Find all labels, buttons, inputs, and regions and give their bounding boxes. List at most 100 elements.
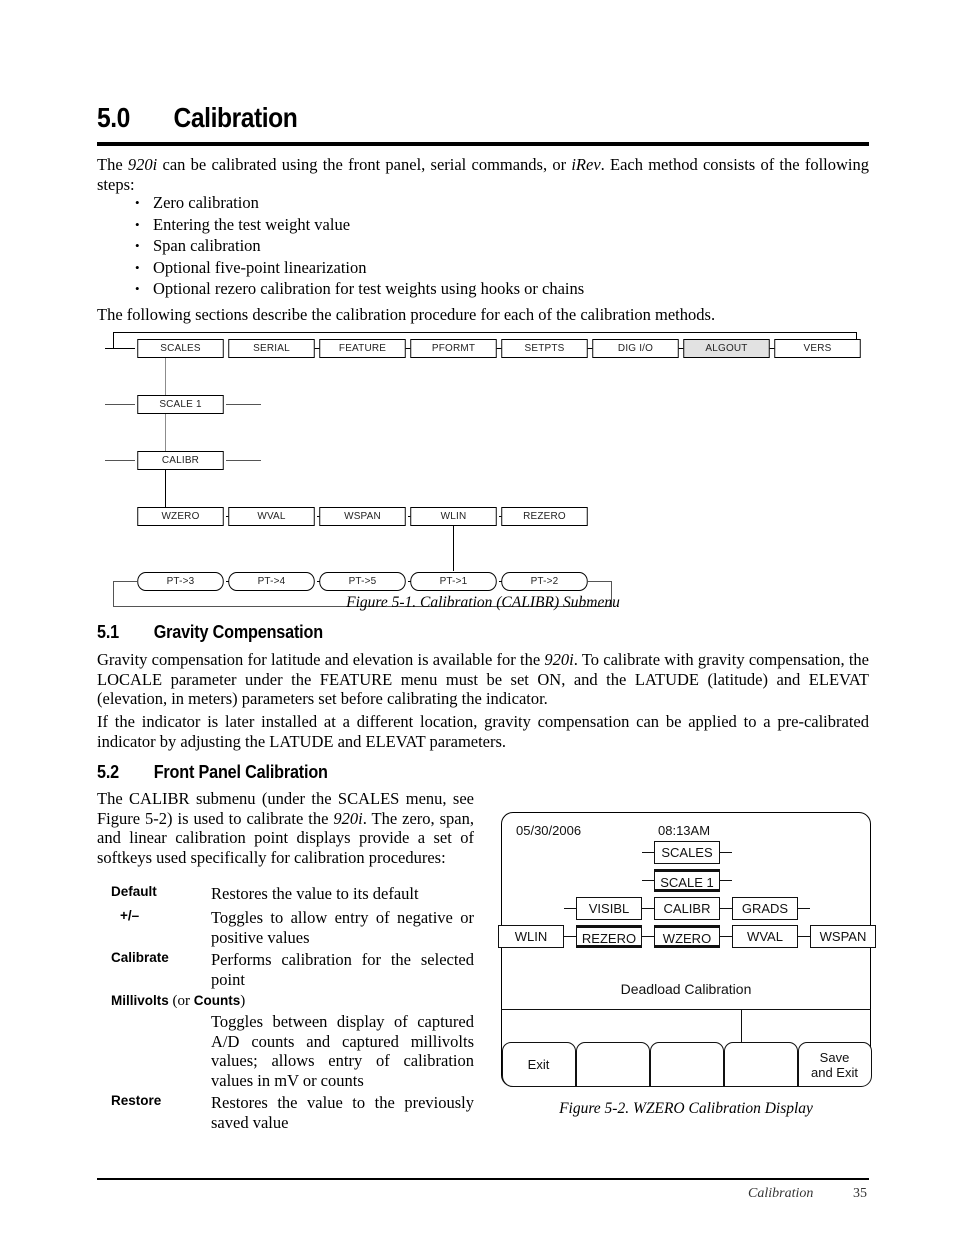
definition-term-paren-close: ): [240, 993, 246, 1009]
softkey-save-line-1: Save: [819, 1049, 850, 1065]
tree-node-vers[interactable]: VERS: [774, 339, 861, 358]
softkey-definition-list: Default Restores the value to its defaul…: [111, 884, 474, 1134]
figure-2-caption: Figure 5-2. WZERO Calibration Display: [559, 1100, 813, 1117]
list-item-label: Optional rezero calibration for test wei…: [153, 279, 585, 299]
list-item-label: Zero calibration: [153, 193, 259, 212]
tree-wire-left-stub: [105, 348, 135, 350]
display-wire-scales-left: [642, 852, 654, 854]
gravity-paragraph-1: Gravity compensation for latitude and el…: [97, 650, 869, 709]
bullet-icon: •: [135, 195, 140, 210]
definition-row-plusminus: +/– Toggles to allow entry of negative o…: [111, 908, 474, 947]
tree-wire-top: [113, 332, 857, 334]
intro-closing-paragraph: The following sections describe the cali…: [97, 305, 716, 324]
tree-wire-calibr-right: [226, 460, 261, 462]
figure-calibration-submenu: SCALES SERIAL FEATURE PFORMT SETPTS DIG …: [105, 330, 875, 608]
display-node-visibl[interactable]: VISIBL: [576, 897, 642, 920]
section-number: 5.0: [97, 102, 130, 133]
tree-wire-calibr-to-wzero: [165, 470, 167, 507]
figure-wzero-calibration-display: 05/30/2006 08:13AM SCALES SCALE 1 VISIBL…: [498, 812, 876, 1087]
definition-description: Performs calibration for the selected po…: [211, 950, 474, 989]
softkey-save-and-exit-label: Save and Exit: [811, 1050, 858, 1080]
footer-section-label: Calibration: [748, 1186, 814, 1201]
definition-row-default: Default Restores the value to its defaul…: [111, 884, 474, 906]
tree-node-setpts[interactable]: SETPTS: [501, 339, 588, 358]
tree-node-scales[interactable]: SCALES: [137, 339, 224, 358]
gravity-paragraph-2: If the indicator is later installed at a…: [97, 712, 869, 751]
display-node-grads[interactable]: GRADS: [732, 897, 798, 920]
definition-term-main: Millivolts: [111, 993, 169, 1008]
tree-node-pt1[interactable]: PT->1: [410, 572, 497, 591]
definition-term: Millivolts (or Counts): [111, 993, 245, 1010]
display-separator-horizontal: [501, 1009, 871, 1011]
tree-node-calibr[interactable]: CALIBR: [137, 451, 224, 470]
definition-term-alt: Counts: [193, 993, 241, 1008]
tree-node-serial[interactable]: SERIAL: [228, 339, 315, 358]
display-wire-wlin-rezero: [564, 936, 576, 938]
figure-1-caption: Figure 5-1. Calibration (CALIBR) Submenu: [346, 594, 620, 611]
tree-node-wspan[interactable]: WSPAN: [319, 507, 406, 526]
intro-bullet-list: • Zero calibration • Entering the test wei…: [97, 192, 869, 300]
definition-description: Toggles to allow entry of negative or po…: [211, 908, 474, 947]
tree-node-scale-1[interactable]: SCALE 1: [137, 395, 224, 414]
definition-term-paren-open: (or: [168, 993, 194, 1009]
display-node-wval[interactable]: WVAL: [732, 925, 798, 948]
tree-wire-pt-left-stub: [113, 581, 137, 583]
definition-term: +/–: [120, 908, 140, 923]
bullet-icon: •: [135, 281, 140, 297]
section-number-51: 5.1: [97, 622, 119, 642]
footer-rule: [97, 1178, 869, 1180]
definition-term-line: Millivolts (or Counts): [111, 993, 474, 1012]
tree-node-pformt[interactable]: PFORMT: [410, 339, 497, 358]
definition-term: Default: [111, 884, 157, 899]
list-item-label: Span calibration: [153, 236, 261, 256]
tree-wire-calibr-left: [105, 460, 135, 462]
softkey-blank-2[interactable]: [575, 1042, 650, 1087]
list-item: • Entering the test weight value: [97, 214, 869, 236]
softkey-blank-3[interactable]: [649, 1042, 724, 1087]
display-wire-grads-right: [798, 908, 810, 910]
tree-node-feature[interactable]: FEATURE: [319, 339, 406, 358]
title-rule: [97, 142, 869, 146]
display-time: 08:13AM: [658, 823, 711, 838]
intro-product-2: iRev: [571, 155, 601, 174]
front-panel-paragraph: The CALIBR submenu (under the SCALES men…: [97, 789, 474, 867]
tree-node-pt5[interactable]: PT->5: [319, 572, 406, 591]
softkey-exit[interactable]: Exit: [501, 1042, 576, 1087]
bullet-icon: •: [135, 259, 140, 275]
section-heading-gravity: 5.1 Gravity Compensation: [97, 622, 323, 643]
bullet-icon: •: [135, 216, 140, 232]
display-node-wlin[interactable]: WLIN: [498, 925, 564, 948]
definition-term: Calibrate: [111, 950, 169, 965]
list-item: • Span calibration: [97, 235, 869, 257]
section-title-52: Front Panel Calibration: [153, 762, 328, 782]
tree-node-pt2[interactable]: PT->2: [501, 572, 588, 591]
tree-node-pt3[interactable]: PT->3: [137, 572, 224, 591]
display-date: 05/30/2006: [516, 823, 582, 838]
tree-node-digio[interactable]: DIG I/O: [592, 339, 679, 358]
list-item-label: Optional five-point linearization: [153, 257, 367, 277]
section-title-51: Gravity Compensation: [153, 622, 323, 642]
intro-product-1: 920i: [127, 155, 158, 174]
display-node-wzero[interactable]: WZERO: [654, 925, 720, 948]
display-node-calibr[interactable]: CALIBR: [654, 897, 720, 920]
display-node-wspan[interactable]: WSPAN: [810, 925, 876, 948]
definition-term: Restore: [111, 1093, 162, 1108]
tree-node-pt4[interactable]: PT->4: [228, 572, 315, 591]
display-wire-calibr-grads: [720, 908, 732, 910]
display-wire-visibl-left: [564, 908, 576, 910]
softkey-blank-4[interactable]: [723, 1042, 798, 1087]
display-wire-scales-right: [720, 852, 732, 854]
display-wire-visibl-calibr: [642, 908, 654, 910]
front-panel-product: 920i: [333, 808, 363, 828]
display-wire-rezero-wzero: [642, 936, 654, 938]
display-node-rezero[interactable]: REZERO: [576, 925, 642, 948]
tree-node-wzero[interactable]: WZERO: [137, 507, 224, 526]
intro-text-b: can be calibrated using the front panel,…: [157, 155, 572, 174]
display-node-scales[interactable]: SCALES: [654, 841, 720, 864]
tree-node-wlin[interactable]: WLIN: [410, 507, 497, 526]
tree-node-wval[interactable]: WVAL: [228, 507, 315, 526]
tree-node-algout[interactable]: ALGOUT: [683, 339, 770, 358]
tree-node-rezero[interactable]: REZERO: [501, 507, 588, 526]
display-node-scale-1[interactable]: SCALE 1: [654, 869, 720, 892]
softkey-save-and-exit[interactable]: Save and Exit: [797, 1042, 872, 1087]
